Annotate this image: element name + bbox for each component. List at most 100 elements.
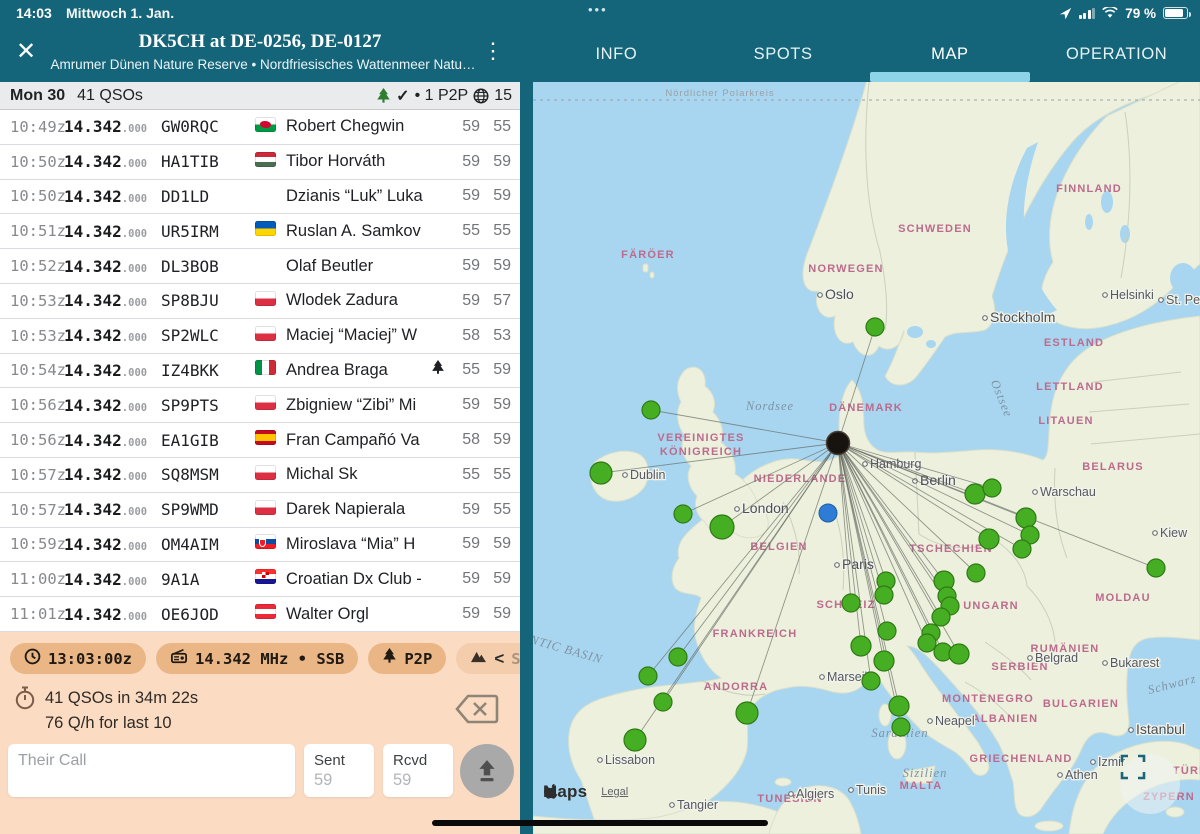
qso-row[interactable]: 10:52z14.342.000DL3BOBOlaf Beutler5959 (0, 249, 520, 284)
upload-icon (474, 758, 500, 784)
rst-sent: 59 (449, 605, 480, 623)
contact-marker[interactable] (965, 484, 985, 504)
contact-marker[interactable] (918, 634, 936, 652)
city-label: Helsinki (1110, 288, 1154, 302)
contact-marker[interactable] (1147, 559, 1165, 577)
qso-frequency: 14.342.000 (64, 152, 161, 171)
contact-marker[interactable] (866, 318, 884, 336)
qso-frequency: 14.342.000 (64, 535, 161, 554)
backspace-button[interactable] (454, 692, 500, 731)
contact-marker[interactable] (862, 672, 880, 690)
country-label: ALBANIEN (972, 713, 1038, 725)
city-label: Tunis (856, 783, 886, 797)
country-flag-icon (255, 326, 286, 346)
contact-marker[interactable] (949, 644, 969, 664)
contact-marker[interactable] (642, 401, 660, 419)
chip-p2p[interactable]: P2P (368, 643, 446, 674)
qso-frequency: 14.342.000 (64, 431, 161, 450)
contact-marker[interactable] (889, 696, 909, 716)
contact-marker[interactable] (1013, 540, 1031, 558)
contact-marker[interactable] (1016, 508, 1036, 528)
legal-link[interactable]: Legal (601, 786, 628, 798)
contact-marker[interactable] (710, 515, 734, 539)
qso-row[interactable]: 10:54z14.342.000IZ4BKKAndrea Braga5559 (0, 354, 520, 389)
country-label: NORWEGEN (808, 263, 883, 275)
country-label: ESTLAND (1044, 337, 1104, 349)
chip-14-342-mhz-ssb[interactable]: 14.342 MHz • SSB (156, 643, 358, 674)
contact-marker[interactable] (674, 505, 692, 523)
country-flag-icon (255, 604, 286, 624)
country-flag-icon (255, 395, 286, 415)
qso-frequency: 14.342.000 (64, 500, 161, 519)
contact-marker[interactable] (979, 529, 999, 549)
contact-marker[interactable] (878, 622, 896, 640)
rst-rcvd: 55 (480, 501, 511, 519)
city-label: London (742, 500, 789, 516)
qso-row[interactable]: 11:01z14.342.000OE6JODWalter Orgl5959 (0, 597, 520, 632)
close-icon[interactable]: ✕ (16, 38, 36, 66)
rst-rcvd: 59 (480, 605, 511, 623)
contact-marker[interactable] (669, 648, 687, 666)
country-label: MONTENEGRO (942, 693, 1034, 705)
contact-marker[interactable] (590, 462, 612, 484)
qso-row[interactable]: 10:59z14.342.000OM4AIMMiroslava “Mia” H5… (0, 528, 520, 563)
contact-marker[interactable] (639, 667, 657, 685)
their-call-input[interactable]: Their Call (8, 744, 295, 797)
qso-row[interactable]: 10:56z14.342.000SP9PTSZbigniew “Zibi” Mi… (0, 388, 520, 423)
contact-marker[interactable] (851, 636, 871, 656)
contact-marker[interactable] (967, 564, 985, 582)
top-bar: 14:03 Mittwoch 1. Jan. ••• 79 % ✕ DK5CH … (0, 0, 1200, 82)
qso-callsign: EA1GIB (161, 431, 255, 450)
station-marker[interactable] (827, 432, 850, 455)
qso-row[interactable]: 10:56z14.342.000EA1GIBFran Campañó Va585… (0, 423, 520, 458)
qso-row[interactable]: 10:51z14.342.000UR5IRMRuslan A. Samkov55… (0, 214, 520, 249)
spot-marker-blue[interactable] (819, 504, 837, 522)
qso-row[interactable]: 10:49z14.342.000GW0RQCRobert Chegwin5955 (0, 110, 520, 145)
qso-row[interactable]: 10:57z14.342.000SQ8MSMMichal Sk5555 (0, 458, 520, 493)
sent-input[interactable]: Sent 59 (304, 744, 374, 797)
fullscreen-button[interactable] (1120, 754, 1180, 814)
contact-marker[interactable] (932, 608, 950, 626)
qso-row[interactable]: 10:50z14.342.000HA1TIBTibor Horváth5959 (0, 145, 520, 180)
qso-time: 10:56z (0, 396, 64, 414)
rate-stats: 41 QSOs in 34m 22s 76 Q/h for last 10 (14, 686, 198, 736)
contact-marker[interactable] (892, 718, 910, 736)
country-flag-icon (255, 500, 286, 520)
multitask-dots-icon[interactable]: ••• (588, 2, 608, 17)
tab-spots[interactable]: SPOTS (700, 26, 867, 82)
sent-value: 59 (314, 771, 364, 790)
tab-info[interactable]: INFO (533, 26, 700, 82)
qso-row[interactable]: 10:53z14.342.000SP2WLCMaciej “Maciej” W5… (0, 319, 520, 354)
qso-row[interactable]: 10:53z14.342.000SP8BJUWlodek Zadura5957 (0, 284, 520, 319)
map-panel[interactable]: Nördlicher Polarkreis NordseeOstseeSardi… (533, 82, 1200, 834)
rcvd-input[interactable]: Rcvd 59 (383, 744, 453, 797)
chip-13-03-00z[interactable]: 13:03:00z (10, 643, 146, 674)
qso-row[interactable]: 11:00z14.342.0009A1ACroatian Dx Club -59… (0, 562, 520, 597)
dx-count: 15 (494, 87, 512, 105)
home-indicator[interactable] (432, 820, 768, 826)
globe-icon (473, 88, 489, 104)
log-qso-button[interactable] (460, 744, 514, 798)
their-call-placeholder: Their Call (18, 752, 285, 770)
tree-icon (382, 648, 397, 669)
entry-inputs: Their Call Sent 59 Rcvd 59 (8, 744, 520, 797)
qso-callsign: UR5IRM (161, 222, 255, 241)
contact-marker[interactable] (736, 702, 758, 724)
qso-time: 10:50z (0, 153, 64, 171)
tab-operation[interactable]: OPERATION (1033, 26, 1200, 82)
contact-marker[interactable] (983, 479, 1001, 497)
contact-marker[interactable] (624, 729, 646, 751)
qso-row[interactable]: 10:57z14.342.000SP9WMDDarek Napierala595… (0, 493, 520, 528)
contact-marker[interactable] (842, 594, 860, 612)
active-tab-underline (870, 72, 1031, 82)
contact-marker[interactable] (654, 693, 672, 711)
qso-row[interactable]: 10:50z14.342.000DD1LDDzianis “Luk” Luka5… (0, 180, 520, 215)
qso-callsign: 9A1A (161, 570, 255, 589)
tab-map[interactable]: MAP (867, 26, 1034, 82)
qso-operator-name: Wlodek Zadura (286, 291, 427, 310)
contact-marker[interactable] (875, 586, 893, 604)
chip-sota[interactable]: <SOTA (456, 643, 520, 674)
qso-frequency: 14.342.000 (64, 570, 161, 589)
kebab-menu-icon[interactable]: ⋮ (482, 38, 504, 64)
contact-marker[interactable] (874, 651, 894, 671)
